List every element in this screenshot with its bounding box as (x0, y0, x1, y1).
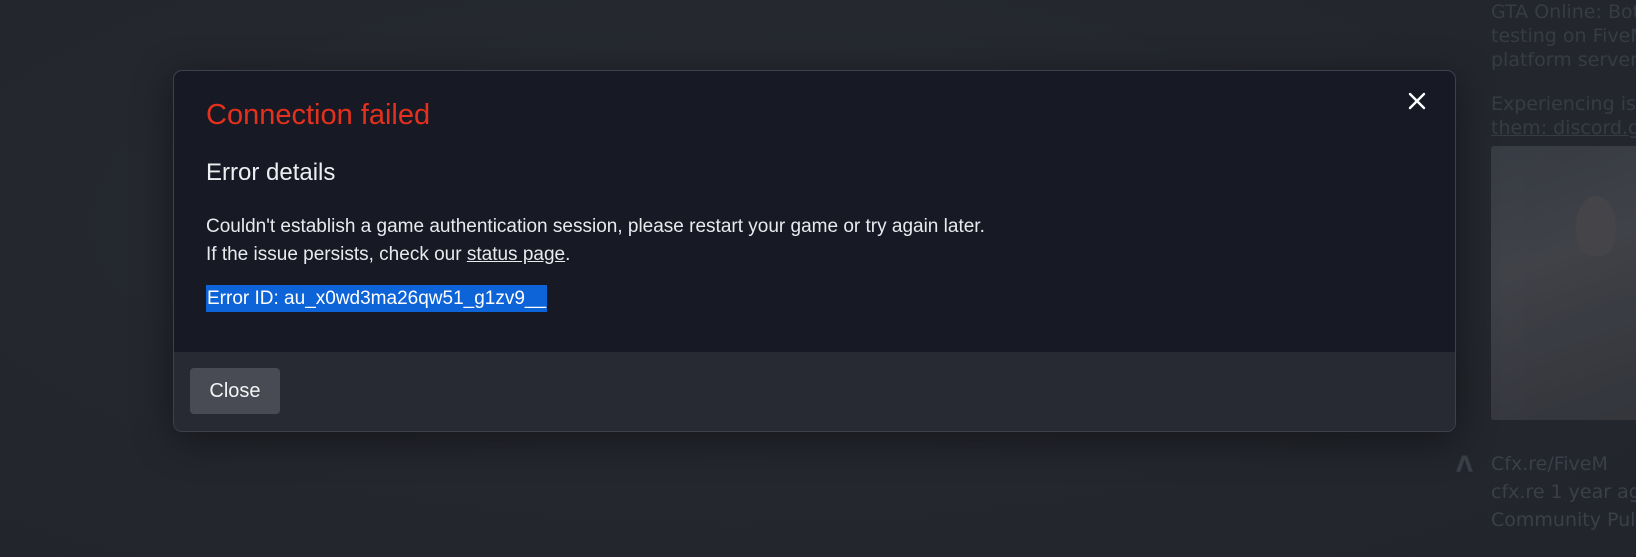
news-source: Λ Cfx.re/FiveM cfx.re 1 year ago Communi… (1456, 450, 1636, 534)
close-button[interactable]: Close (190, 368, 280, 414)
news-item-text: Experiencing iss them: discord.gg (1491, 92, 1636, 140)
error-dialog: Connection failed Error details Couldn't… (173, 70, 1456, 432)
error-details-heading: Error details (206, 159, 336, 186)
close-icon[interactable] (1403, 87, 1431, 115)
dialog-body: Connection failed Error details Couldn't… (174, 71, 1455, 352)
error-message-line: Couldn't establish a game authentication… (206, 216, 985, 237)
news-line: Experiencing iss (1491, 93, 1636, 115)
error-message-line: If the issue persists, check our status … (206, 241, 985, 269)
news-image (1491, 146, 1636, 420)
error-message-prefix: If the issue persists, check our (206, 244, 467, 265)
dialog-title: Connection failed (206, 99, 431, 131)
news-source-category: Community Puls (1491, 509, 1636, 531)
news-source-name: Cfx.re/FiveM (1491, 453, 1608, 475)
news-line: platform server (1491, 49, 1636, 71)
background-news-column: GTA Online: Bot testing on FiveM platfor… (1491, 0, 1636, 160)
news-item-text: GTA Online: Bot testing on FiveM platfor… (1491, 0, 1636, 72)
news-source-meta: cfx.re 1 year ago (1491, 481, 1636, 503)
error-message-suffix: . (565, 244, 571, 265)
news-image-figure (1576, 196, 1616, 256)
status-page-link[interactable]: status page (467, 244, 565, 265)
cfx-logo-icon: Λ (1456, 453, 1474, 478)
dialog-footer: Close (174, 352, 1455, 431)
news-line: GTA Online: Bot (1491, 1, 1636, 23)
news-line: them: discord.gg (1491, 117, 1636, 139)
error-id-text[interactable]: Error ID: au_x0wd3ma26qw51_g1zv9__ (206, 285, 548, 312)
news-line: testing on FiveM (1491, 25, 1636, 47)
error-message: Couldn't establish a game authentication… (206, 213, 985, 269)
